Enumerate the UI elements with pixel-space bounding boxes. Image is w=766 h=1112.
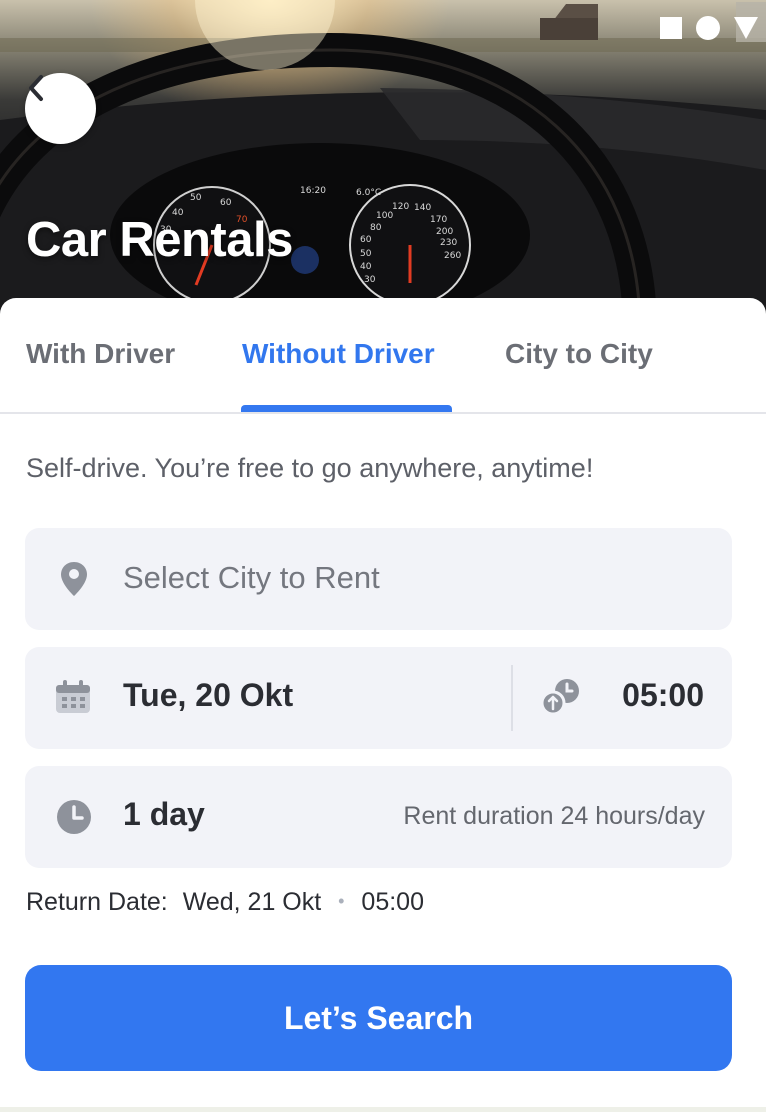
return-date-value: Wed, 21 Okt [182, 888, 322, 916]
svg-text:40: 40 [360, 262, 372, 272]
svg-text:16:20: 16:20 [300, 186, 326, 196]
pickup-date[interactable]: Tue, 20 Okt [123, 677, 293, 714]
svg-text:60: 60 [220, 198, 232, 208]
svg-text:200: 200 [436, 227, 453, 237]
return-date-row: Return Date: Wed, 21 Okt • 05:00 [26, 888, 424, 917]
back-button[interactable] [25, 73, 96, 144]
pickup-datetime-field: Tue, 20 Okt 05:00 [25, 647, 732, 749]
return-separator: • [338, 891, 345, 911]
svg-text:30: 30 [364, 275, 376, 285]
svg-text:120: 120 [392, 202, 409, 212]
tab-with-driver[interactable]: With Driver [26, 338, 175, 370]
svg-text:260: 260 [444, 251, 461, 261]
chevron-left-icon [29, 75, 43, 101]
svg-text:50: 50 [190, 193, 202, 203]
square-icon [660, 17, 682, 39]
circle-icon [696, 16, 720, 40]
svg-text:60: 60 [360, 235, 372, 245]
rent-duration-field[interactable]: 1 day Rent duration 24 hours/day [25, 766, 732, 868]
city-select-placeholder: Select City to Rent [123, 560, 380, 595]
svg-text:170: 170 [430, 215, 447, 225]
clock-icon [57, 800, 91, 834]
pickup-time-icon [541, 679, 579, 716]
dashboard-image: 50 6040 3070 120 140100 17080 200 60 230260 … [0, 0, 766, 330]
status-bar [660, 16, 758, 40]
search-button[interactable]: Let’s Search [25, 965, 732, 1071]
svg-text:80: 80 [370, 223, 382, 233]
tab-bar: With Driver Without Driver City to City [0, 298, 766, 414]
city-select-field[interactable]: Select City to Rent [25, 528, 732, 630]
svg-text:140: 140 [414, 203, 431, 213]
booking-card: With Driver Without Driver City to City … [0, 298, 766, 1107]
page-title: Car Rentals [26, 213, 293, 267]
active-tab-indicator [241, 405, 452, 412]
bottom-edge [0, 1107, 766, 1112]
tab-city-to-city[interactable]: City to City [505, 338, 653, 370]
field-divider [511, 665, 513, 731]
svg-text:6.0°C: 6.0°C [356, 188, 381, 198]
pickup-time[interactable]: 05:00 [622, 677, 704, 714]
return-time-value: 05:00 [361, 888, 424, 916]
triangle-down-icon [734, 17, 758, 39]
svg-text:100: 100 [376, 211, 393, 221]
return-date-label: Return Date: [26, 888, 168, 916]
location-pin-icon [61, 562, 87, 596]
hero-banner: 50 60 40 30 70 120 140 100 170 80 200 60 230 260 … [0, 0, 766, 330]
tab-description: Self-drive. You’re free to go anywhere, … [26, 453, 594, 483]
tab-without-driver[interactable]: Without Driver [242, 338, 435, 370]
svg-text:50: 50 [360, 249, 372, 259]
calendar-icon [56, 680, 90, 713]
svg-text:230: 230 [440, 238, 457, 248]
rent-duration-note: Rent duration 24 hours/day [403, 802, 705, 830]
rent-duration-value: 1 day [123, 796, 205, 832]
